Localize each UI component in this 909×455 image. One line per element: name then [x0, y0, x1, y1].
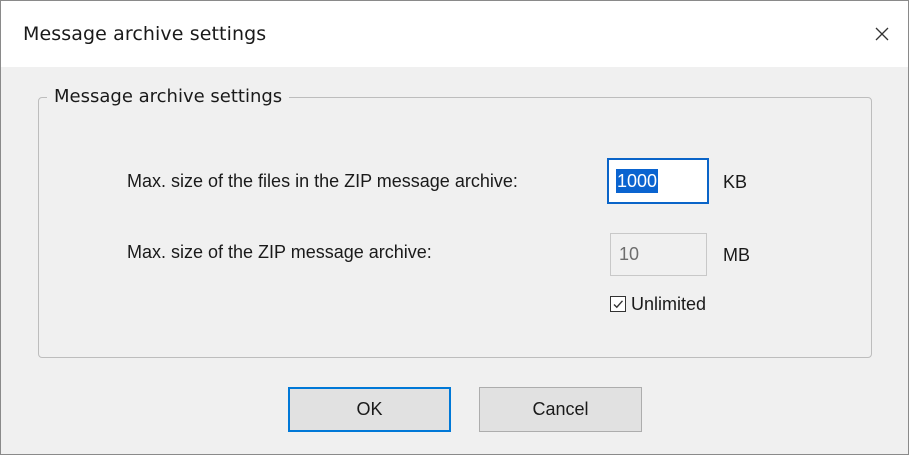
max-file-size-unit: KB — [723, 172, 748, 192]
max-archive-size-label: Max. size of the ZIP message archive: — [127, 242, 432, 262]
max-archive-size-value: 10 — [619, 244, 640, 264]
close-button[interactable] — [856, 1, 908, 67]
max-file-size-label: Max. size of the files in the ZIP messag… — [127, 171, 518, 191]
max-archive-size-unit: MB — [723, 245, 750, 265]
unlimited-checkbox[interactable] — [610, 296, 626, 312]
groupbox-legend: Message archive settings — [47, 86, 290, 107]
max-file-size-input[interactable]: 1000 — [607, 158, 709, 204]
window-title: Message archive settings — [23, 23, 267, 45]
ok-button[interactable]: OK — [288, 387, 451, 432]
checkmark-icon — [613, 300, 624, 309]
title-bar: Message archive settings — [1, 1, 908, 67]
close-icon — [875, 27, 889, 41]
max-file-size-value: 1000 — [616, 169, 659, 193]
cancel-button[interactable]: Cancel — [479, 387, 642, 432]
settings-groupbox — [38, 97, 872, 358]
unlimited-label[interactable]: Unlimited — [631, 294, 706, 315]
message-archive-dialog: Message archive settings Message archive… — [0, 0, 909, 455]
max-archive-size-input[interactable]: 10 — [610, 233, 707, 276]
